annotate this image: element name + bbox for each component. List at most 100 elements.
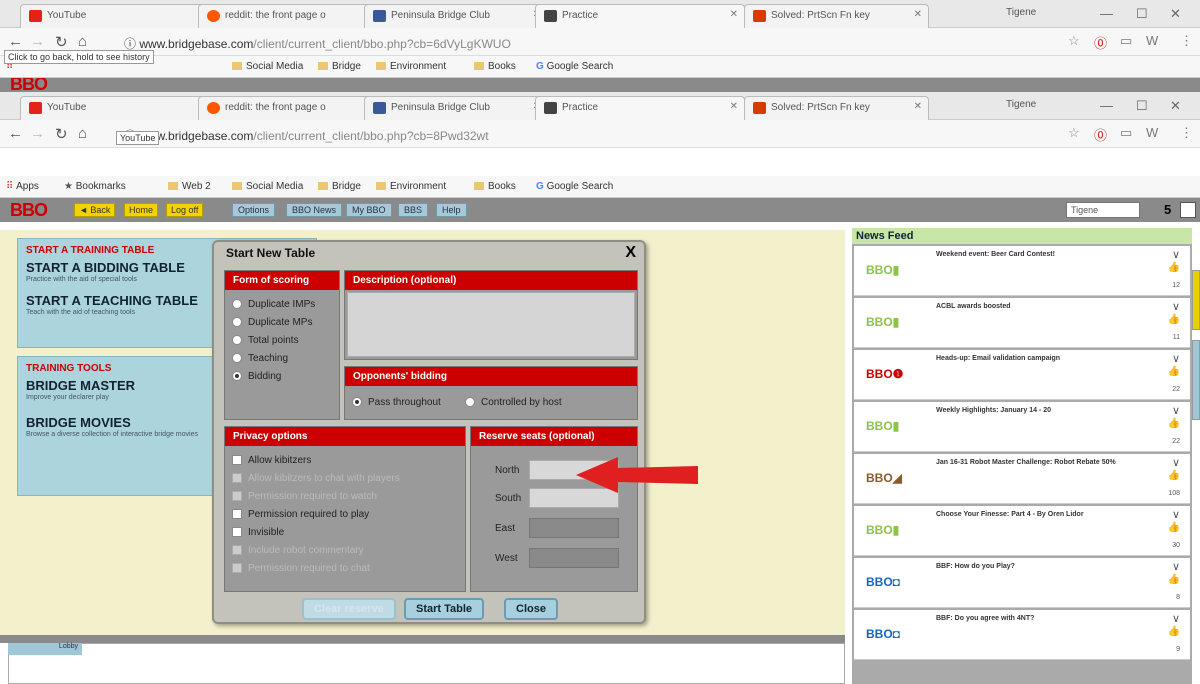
thumbs-up-icon[interactable]: 👍 — [1168, 470, 1180, 481]
tab-reddit[interactable]: reddit: the front page o✕ — [198, 96, 378, 120]
bbs-button[interactable]: BBS — [398, 203, 429, 217]
tab-peninsula[interactable]: Peninsula Bridge Club✕ — [364, 96, 548, 120]
checkbox-permission-chat[interactable]: Permission required to chat — [232, 563, 370, 574]
chevron-down-icon[interactable]: ∨ — [1172, 560, 1180, 573]
radio-total-points[interactable]: Total points — [232, 335, 299, 346]
tab-peninsula-back[interactable]: Peninsula Bridge Club✕ — [364, 4, 548, 28]
chevron-down-icon[interactable]: ∨ — [1172, 352, 1180, 365]
tab-solved[interactable]: Solved: PrtScn Fn key ✕ — [744, 96, 929, 120]
thumbs-up-icon[interactable]: 👍 — [1168, 418, 1180, 429]
clear-reserve-button[interactable]: Clear reserve — [302, 598, 396, 620]
menu-icon[interactable]: ⋮ — [1180, 33, 1193, 49]
tab-reddit-back[interactable]: reddit: the front page o✕ — [198, 4, 378, 28]
checkbox-kibitzers-chat[interactable]: Allow kibitzers to chat with players — [232, 473, 400, 484]
tab-youtube[interactable]: YouTube✕ — [20, 96, 220, 120]
extension-icon[interactable]: W — [1146, 125, 1158, 140]
chevron-down-icon[interactable]: ∨ — [1172, 456, 1180, 469]
side-tab-news[interactable] — [1192, 270, 1200, 330]
news-item[interactable]: BBO❶ Heads-up: Email validation campaign… — [854, 350, 1190, 400]
extension-icon[interactable]: W — [1146, 33, 1158, 48]
maximize-icon[interactable]: ☐ — [1136, 6, 1148, 22]
start-table-button[interactable]: Start Table — [404, 598, 485, 620]
options-button[interactable]: Options — [232, 203, 276, 217]
radio-pass-throughout[interactable]: Pass throughout — [352, 397, 441, 408]
description-textarea[interactable] — [347, 292, 635, 357]
forward-arrow-icon[interactable]: → — [30, 33, 45, 50]
pinterest-icon[interactable]: ⓪ — [1094, 125, 1107, 144]
bookmark-social[interactable]: Social Media — [232, 61, 303, 72]
cast-icon[interactable]: ▭ — [1120, 125, 1132, 141]
radio-duplicate-mps[interactable]: Duplicate MPs — [232, 317, 312, 328]
window-close-icon[interactable]: ✕ — [1170, 6, 1181, 22]
back-arrow-icon[interactable]: ← — [8, 33, 23, 50]
bookmark-web2[interactable]: Web 2 — [168, 181, 211, 192]
home-icon[interactable]: ⌂ — [78, 125, 87, 142]
help-button[interactable]: Help — [436, 203, 467, 217]
profile-name[interactable]: Tigene — [1006, 7, 1036, 18]
side-tab-people[interactable] — [1192, 340, 1200, 420]
thumbs-up-icon[interactable]: 👍 — [1168, 366, 1180, 377]
back-arrow-icon[interactable]: ← — [8, 125, 23, 142]
thumbs-up-icon[interactable]: 👍 — [1168, 314, 1180, 325]
thumbs-up-icon[interactable]: 👍 — [1168, 574, 1180, 585]
pinterest-icon[interactable]: ⓪ — [1094, 33, 1107, 52]
tab-practice[interactable]: Practice ✕ — [535, 96, 745, 120]
bookmark-books[interactable]: Books — [474, 181, 516, 192]
bookmark-bookmarks[interactable]: ★ Bookmarks — [64, 181, 126, 192]
bookmark-google[interactable]: G Google Search — [536, 61, 613, 72]
back-button[interactable]: ◄ Back — [74, 203, 116, 217]
close-button[interactable]: Close — [504, 598, 558, 620]
news-item[interactable]: BBO◘ BBF: Do you agree with 4NT? ∨ 👍 9 — [854, 610, 1190, 660]
bookmark-apps[interactable]: ⠿ Apps — [6, 181, 39, 192]
checkbox-permission-watch[interactable]: Permission required to watch — [232, 491, 377, 502]
bookmark-books[interactable]: Books — [474, 61, 516, 72]
thumbs-up-icon[interactable]: 👍 — [1168, 522, 1180, 533]
minimize-icon[interactable]: — — [1100, 6, 1113, 21]
forward-arrow-icon[interactable]: → — [30, 125, 45, 142]
news-item[interactable]: BBO▮ Weekend event: Beer Card Contest! ∨… — [854, 246, 1190, 296]
dialog-close-icon[interactable]: X — [625, 244, 636, 262]
maximize-icon[interactable]: ☐ — [1136, 98, 1148, 114]
east-seat-input[interactable] — [529, 518, 619, 538]
close-tab-icon[interactable]: ✕ — [914, 9, 922, 20]
menu-icon[interactable]: ⋮ — [1180, 125, 1193, 141]
bbo-news-button[interactable]: BBO News — [286, 203, 343, 217]
checkbox-allow-kibitzers[interactable]: Allow kibitzers — [232, 455, 311, 466]
radio-controlled-by-host[interactable]: Controlled by host — [465, 397, 562, 408]
thumbs-up-icon[interactable]: 👍 — [1168, 626, 1180, 637]
chat-area[interactable] — [8, 643, 845, 684]
radio-duplicate-imps[interactable]: Duplicate IMPs — [232, 299, 315, 310]
bookmark-bridge[interactable]: Bridge — [318, 181, 361, 192]
close-tab-icon[interactable]: ✕ — [730, 9, 738, 20]
checkbox-robot-commentary[interactable]: Include robot commentary — [232, 545, 364, 556]
reload-icon[interactable]: ↻ — [55, 125, 68, 143]
window-close-icon[interactable]: ✕ — [1170, 98, 1181, 114]
checkbox-invisible[interactable]: Invisible — [232, 527, 284, 538]
news-item[interactable]: BBO◢ Jan 16-31 Robot Master Challenge: R… — [854, 454, 1190, 504]
star-icon[interactable]: ☆ — [1068, 125, 1080, 141]
news-item[interactable]: BBO▮ Choose Your Finesse: Part 4 - By Or… — [854, 506, 1190, 556]
bookmark-bridge[interactable]: Bridge — [318, 61, 361, 72]
home-button[interactable]: Home — [124, 203, 159, 217]
news-item[interactable]: BBO▮ ACBL awards boosted ∨ 👍 11 — [854, 298, 1190, 348]
bookmark-social[interactable]: Social Media — [232, 181, 303, 192]
chevron-down-icon[interactable]: ∨ — [1172, 612, 1180, 625]
chevron-down-icon[interactable]: ∨ — [1172, 508, 1180, 521]
close-tab-icon[interactable]: ✕ — [730, 101, 738, 112]
home-icon[interactable]: ⌂ — [78, 33, 87, 50]
news-item[interactable]: BBO▮ Weekly Highlights: January 14 - 20 … — [854, 402, 1190, 452]
bookmark-google[interactable]: G Google Search — [536, 181, 613, 192]
panel-splitter[interactable] — [0, 635, 845, 643]
logoff-button[interactable]: Log off — [166, 203, 204, 217]
tab-practice-back[interactable]: Practice ✕ — [535, 4, 745, 28]
url-input-back[interactable]: ⓘ www.bridgebase.com/client/current_clie… — [118, 32, 1048, 52]
west-seat-input[interactable] — [529, 548, 619, 568]
bookmark-environment[interactable]: Environment — [376, 61, 446, 72]
chevron-down-icon[interactable]: ∨ — [1172, 248, 1180, 261]
chart-icon[interactable] — [1180, 202, 1196, 218]
lobby-tab[interactable]: Lobby — [8, 643, 82, 655]
news-item[interactable]: BBO◘ BBF: How do you Play? ∨ 👍 8 — [854, 558, 1190, 608]
radio-bidding[interactable]: Bidding — [232, 371, 281, 382]
bookmark-environment[interactable]: Environment — [376, 181, 446, 192]
star-icon[interactable]: ☆ — [1068, 33, 1080, 49]
